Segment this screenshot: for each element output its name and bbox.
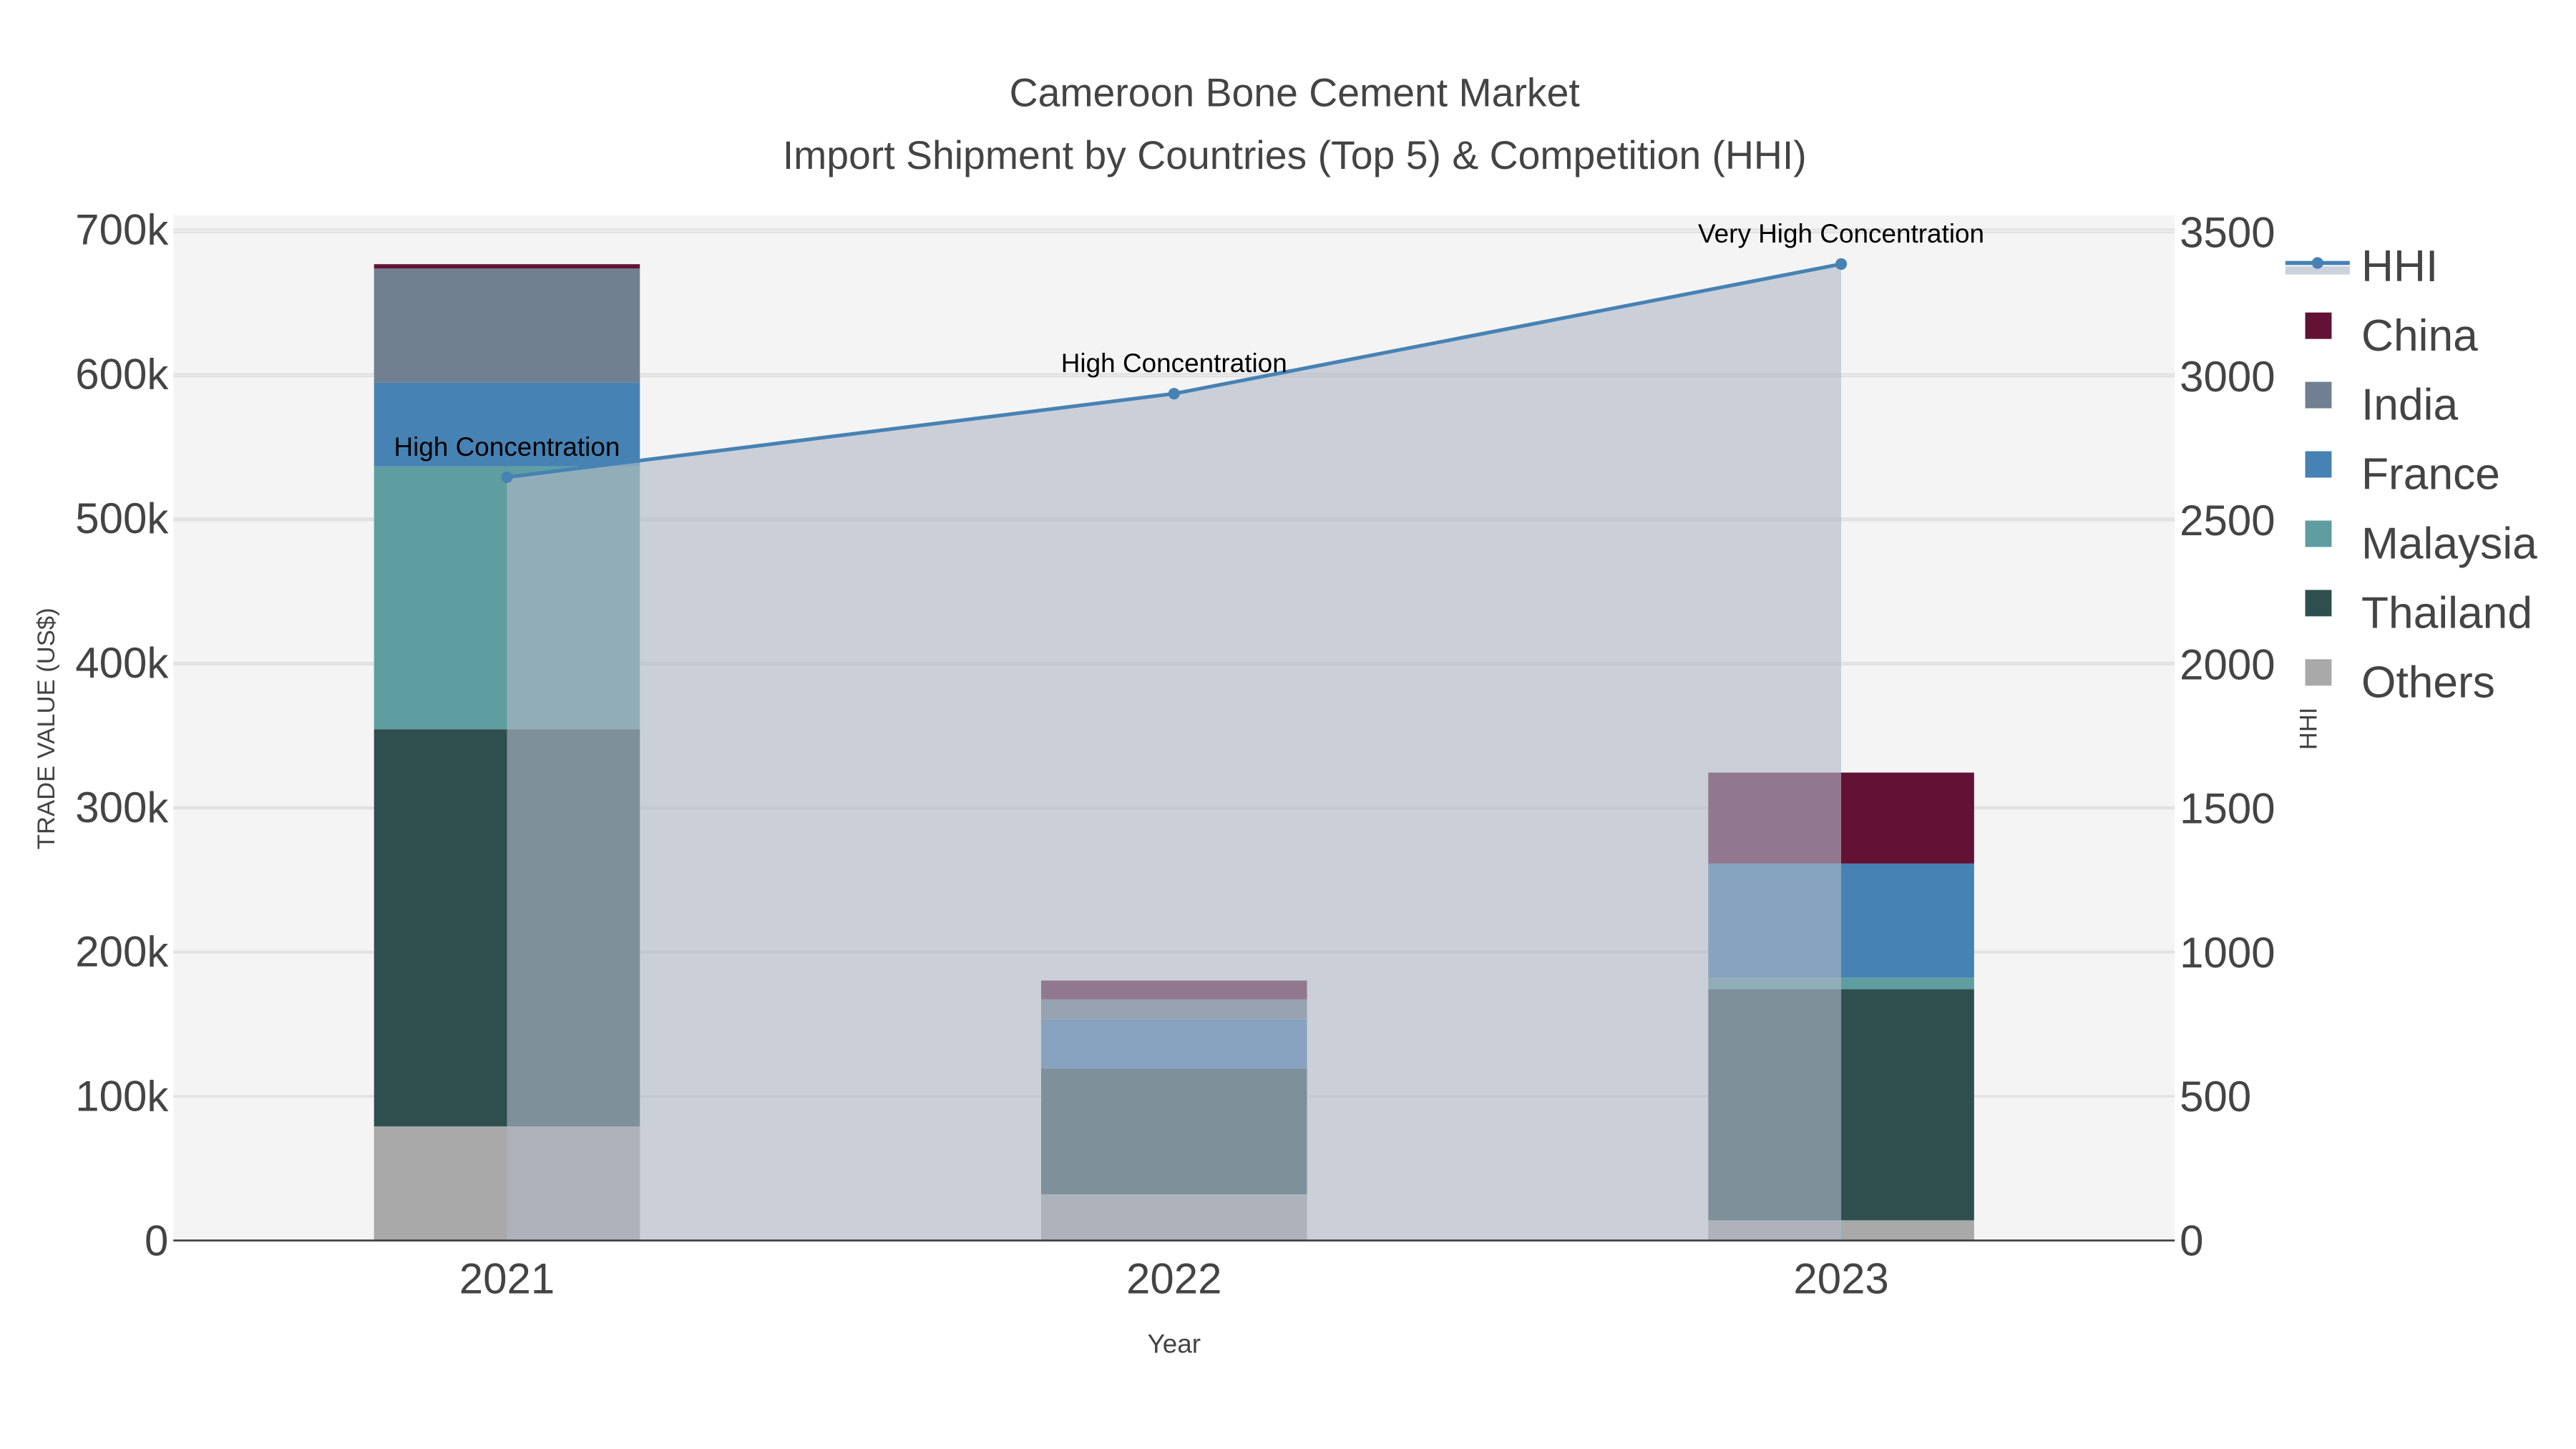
hhi-point-2021 <box>501 471 513 483</box>
chart-subtitle: Import Shipment by Countries (Top 5) & C… <box>783 133 1807 177</box>
legend-swatch-india <box>2305 381 2332 409</box>
y2-axis-label: HHI <box>2296 707 2323 750</box>
y2-tick-label: 2000 <box>2180 640 2275 688</box>
legend-item-thailand[interactable]: Thailand <box>2305 589 2532 638</box>
y-axis-label: TRADE VALUE (US$) <box>33 608 60 849</box>
hhi-point-2023 <box>1835 258 1848 270</box>
y-tick-label: 200k <box>75 928 169 976</box>
hhi-annotation-2021: High Concentration <box>394 432 620 462</box>
bar-india-2021 <box>374 268 640 383</box>
legend-label: India <box>2361 381 2458 430</box>
legend: HHI China India France Malaysia Thailand Other… <box>2285 242 2538 707</box>
y-tick-label: 400k <box>75 639 169 687</box>
legend-label: Thailand <box>2361 589 2532 638</box>
chart: High Concentration High Concentration Very… <box>33 70 2538 1359</box>
legend-item-france[interactable]: France <box>2305 450 2500 499</box>
legend-item-hhi[interactable]: HHI <box>2285 242 2438 291</box>
legend-item-malaysia[interactable]: Malaysia <box>2305 519 2538 569</box>
legend-label: Malaysia <box>2361 519 2537 569</box>
legend-item-india[interactable]: India <box>2305 381 2459 430</box>
legend-swatch-malaysia <box>2305 520 2332 547</box>
y2-tick-label: 500 <box>2180 1073 2251 1121</box>
legend-swatch-others <box>2305 659 2332 686</box>
legend-label: China <box>2361 311 2478 361</box>
y-tick-label: 600k <box>75 350 169 398</box>
y-axis-ticks: 0 100k 200k 300k 400k 500k 600k 700k <box>75 206 169 1265</box>
hhi-point-2022 <box>1168 388 1180 400</box>
x-tick-label: 2021 <box>459 1255 555 1303</box>
bar-china-2021 <box>374 264 640 269</box>
x-axis-ticks: 2021 2022 2023 <box>459 1255 1889 1303</box>
x-tick-label: 2023 <box>1793 1255 1888 1303</box>
y-tick-label: 500k <box>75 494 169 542</box>
legend-label: Others <box>2361 658 2495 707</box>
legend-item-others[interactable]: Others <box>2305 658 2495 707</box>
legend-swatch-china <box>2305 312 2332 339</box>
y2-tick-label: 1500 <box>2180 785 2275 833</box>
y2-tick-label: 0 <box>2180 1216 2203 1264</box>
y2-tick-label: 2500 <box>2180 497 2275 545</box>
x-axis-label: Year <box>1147 1330 1201 1359</box>
y-tick-label: 100k <box>75 1073 169 1121</box>
y-tick-label: 0 <box>145 1216 168 1264</box>
y2-axis-ticks: 0 500 1000 1500 2000 2500 3000 3500 <box>2180 208 2275 1264</box>
hhi-annotation-2023: Very High Concentration <box>1698 219 1984 248</box>
y-tick-label: 300k <box>75 784 169 831</box>
legend-label: HHI <box>2361 242 2438 291</box>
x-tick-label: 2022 <box>1126 1255 1221 1303</box>
y2-tick-label: 1000 <box>2180 929 2275 977</box>
legend-hhi-marker <box>2311 257 2323 269</box>
legend-swatch-thailand <box>2305 590 2332 617</box>
legend-swatch-france <box>2305 451 2332 478</box>
hhi-annotation-2022: High Concentration <box>1061 348 1287 378</box>
legend-item-china[interactable]: China <box>2305 311 2479 361</box>
chart-title: Cameroon Bone Cement Market <box>1010 70 1580 114</box>
y-tick-label: 700k <box>75 206 169 254</box>
y2-tick-label: 3500 <box>2180 208 2275 256</box>
y2-tick-label: 3000 <box>2180 353 2275 401</box>
legend-label: France <box>2361 450 2500 499</box>
